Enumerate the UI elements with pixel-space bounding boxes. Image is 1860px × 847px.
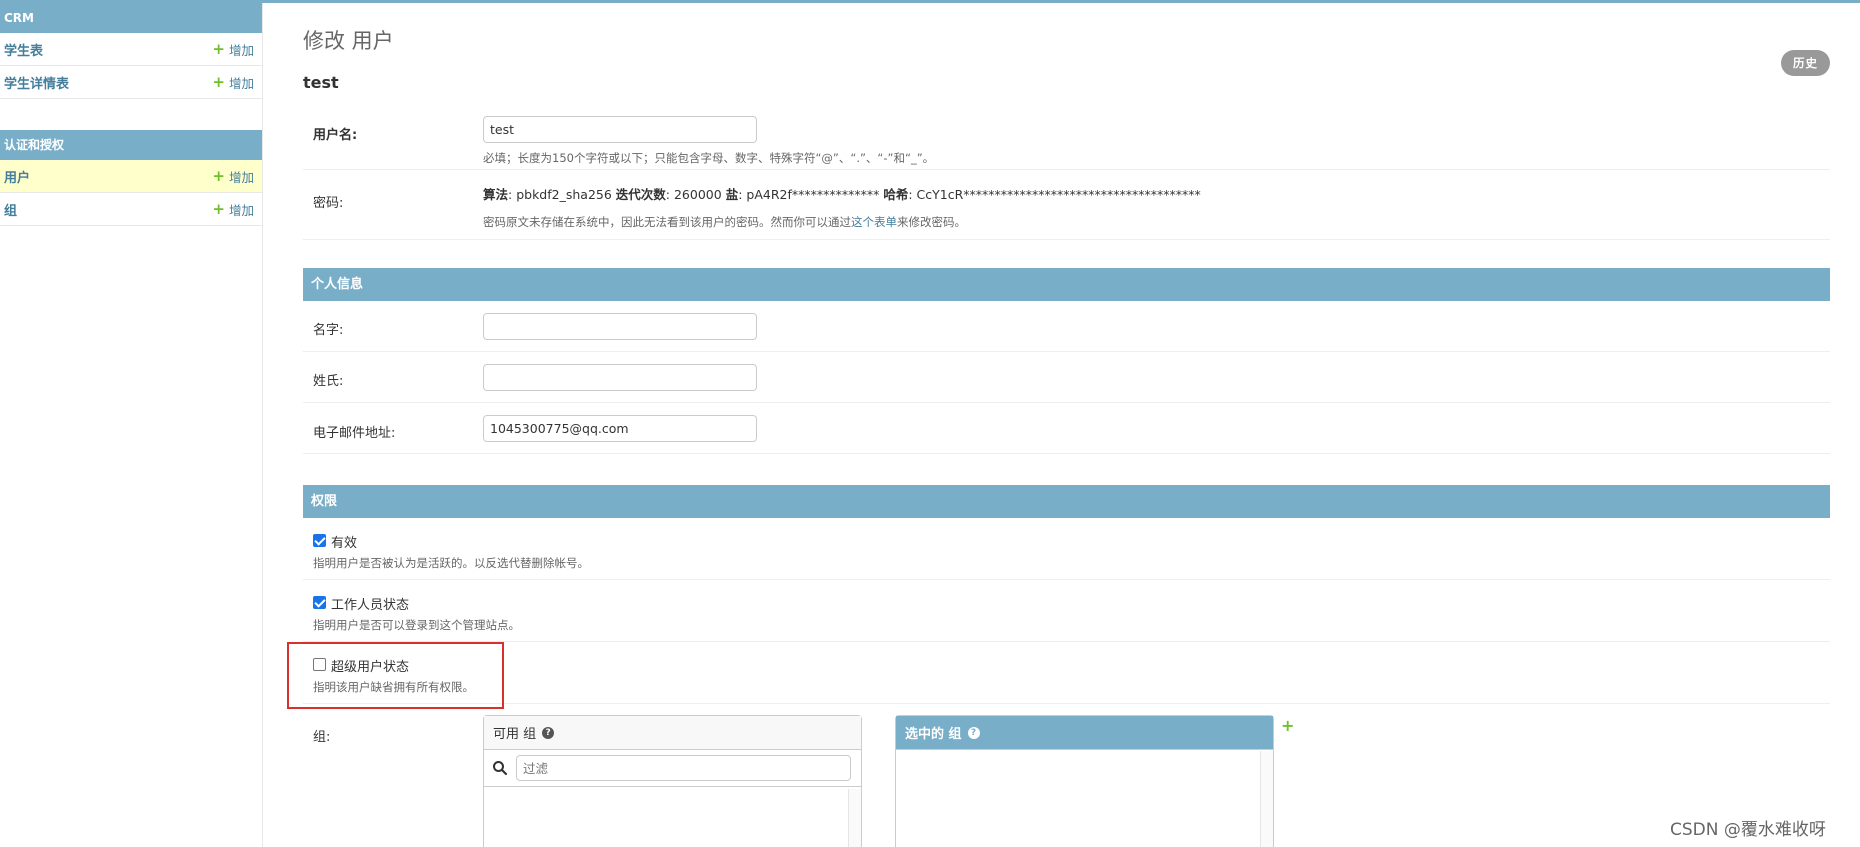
chosen-groups-header: 选中的 组 ? (896, 716, 1273, 750)
available-groups-box: 可用 组 ? (483, 715, 862, 847)
groups-filter-input[interactable] (516, 755, 851, 781)
help-icon[interactable]: ? (542, 726, 555, 739)
first-name-input[interactable] (483, 313, 757, 340)
last-name-label: 姓氏: (313, 374, 344, 389)
sidebar-item-label[interactable]: 学生详情表 (4, 73, 69, 92)
password-row: 密码: 算法: pbkdf2_sha256 迭代次数: 260000 盐: pA… (303, 170, 1830, 240)
sidebar-item-label[interactable]: 组 (4, 200, 17, 219)
salt-value: : pA4R2f************** (738, 187, 884, 202)
username-input[interactable] (483, 116, 757, 143)
add-group-link[interactable]: + 增加 (212, 200, 254, 219)
object-name: test (303, 73, 339, 92)
search-icon (493, 761, 508, 776)
first-name-label: 名字: (313, 323, 344, 338)
sidebar-item-groups: 组 + 增加 (0, 193, 262, 226)
add-user-link[interactable]: + 增加 (212, 167, 254, 186)
hash-value: : CcY1cR********************************… (908, 187, 1201, 202)
active-label[interactable]: 有效 (331, 532, 357, 551)
sidebar-nav: CRM 学生表 + 增加 学生详情表 + 增加 认证和授权 用户 + 增加 组 + 增加 (0, 3, 263, 847)
add-student-link[interactable]: + 增加 (212, 40, 254, 59)
email-input[interactable] (483, 415, 757, 442)
active-row: 有效 指明用户是否被认为是活跃的。以反选代替删除帐号。 (303, 518, 1830, 580)
staff-help: 指明用户是否可以登录到这个管理站点。 (313, 618, 520, 632)
last-name-input[interactable] (483, 364, 757, 391)
page-title: 修改 用户 (303, 29, 394, 53)
add-student-detail-link[interactable]: + 增加 (212, 73, 254, 92)
groups-label: 组: (313, 730, 331, 745)
personal-info-heading[interactable]: 个人信息 (303, 268, 1830, 301)
last-name-row: 姓氏: (303, 352, 1830, 403)
first-name-row: 名字: (303, 301, 1830, 352)
chosen-groups-box: 选中的 组 ? (895, 715, 1274, 847)
hash-label: 哈希 (883, 187, 909, 202)
groups-filter-bar (484, 750, 861, 787)
plus-icon: + (212, 72, 225, 91)
plus-icon: + (212, 166, 225, 185)
password-label: 密码: (313, 196, 344, 211)
plus-icon: + (212, 39, 225, 58)
app-caption-crm[interactable]: CRM (0, 3, 262, 33)
sidebar-item-users: 用户 + 增加 (0, 160, 262, 193)
sidebar-item-students: 学生表 + 增加 (0, 33, 262, 66)
active-checkbox[interactable] (313, 534, 326, 547)
iterations-value: : 260000 (665, 187, 726, 202)
username-row: 用户名: 必填；长度为150个字符或以下；只能包含字母、数字、特殊字符“@”、“… (303, 105, 1830, 170)
help-icon[interactable]: ? (967, 726, 980, 739)
chosen-groups-scrollbar[interactable] (1260, 751, 1273, 847)
permissions-heading[interactable]: 权限 (303, 485, 1830, 518)
top-accent-bar (0, 0, 1860, 3)
available-groups-scrollbar[interactable] (848, 789, 861, 847)
chosen-groups-title: 选中的 组 (905, 727, 962, 742)
superuser-row: 超级用户状态 指明该用户缺省拥有所有权限。 (303, 642, 1830, 704)
username-label: 用户名: (313, 128, 358, 143)
password-hash-summary: 算法: pbkdf2_sha256 迭代次数: 260000 盐: pA4R2f… (483, 184, 1201, 203)
sidebar-item-label[interactable]: 学生表 (4, 40, 43, 59)
sidebar-item-label[interactable]: 用户 (4, 167, 30, 186)
annotation-highlight-box (287, 642, 504, 709)
change-password-link[interactable]: 这个表单 (851, 215, 897, 229)
add-group-icon[interactable]: + (1281, 716, 1294, 735)
email-row: 电子邮件地址: (303, 403, 1830, 454)
staff-label[interactable]: 工作人员状态 (331, 594, 409, 613)
watermark: CSDN @覆水难收呀 (1670, 820, 1826, 840)
password-help: 密码原文未存储在系统中，因此无法看到该用户的密码。然而你可以通过这个表单来修改密… (483, 215, 966, 229)
algorithm-label: 算法 (483, 187, 509, 202)
app-caption-auth[interactable]: 认证和授权 (0, 130, 262, 160)
plus-icon: + (212, 199, 225, 218)
available-groups-header: 可用 组 ? (484, 716, 861, 750)
available-groups-title: 可用 组 (493, 727, 537, 742)
username-help: 必填；长度为150个字符或以下；只能包含字母、数字、特殊字符“@”、“.”、“-… (483, 151, 935, 165)
email-label: 电子邮件地址: (313, 426, 396, 441)
staff-checkbox[interactable] (313, 596, 326, 609)
algorithm-value: : pbkdf2_sha256 (508, 187, 616, 202)
salt-label: 盐 (725, 187, 739, 202)
history-button[interactable]: 历史 (1781, 50, 1830, 76)
sidebar-item-student-details: 学生详情表 + 增加 (0, 66, 262, 99)
iterations-label: 迭代次数 (615, 187, 666, 202)
active-help: 指明用户是否被认为是活跃的。以反选代替删除帐号。 (313, 556, 589, 570)
staff-row: 工作人员状态 指明用户是否可以登录到这个管理站点。 (303, 580, 1830, 642)
